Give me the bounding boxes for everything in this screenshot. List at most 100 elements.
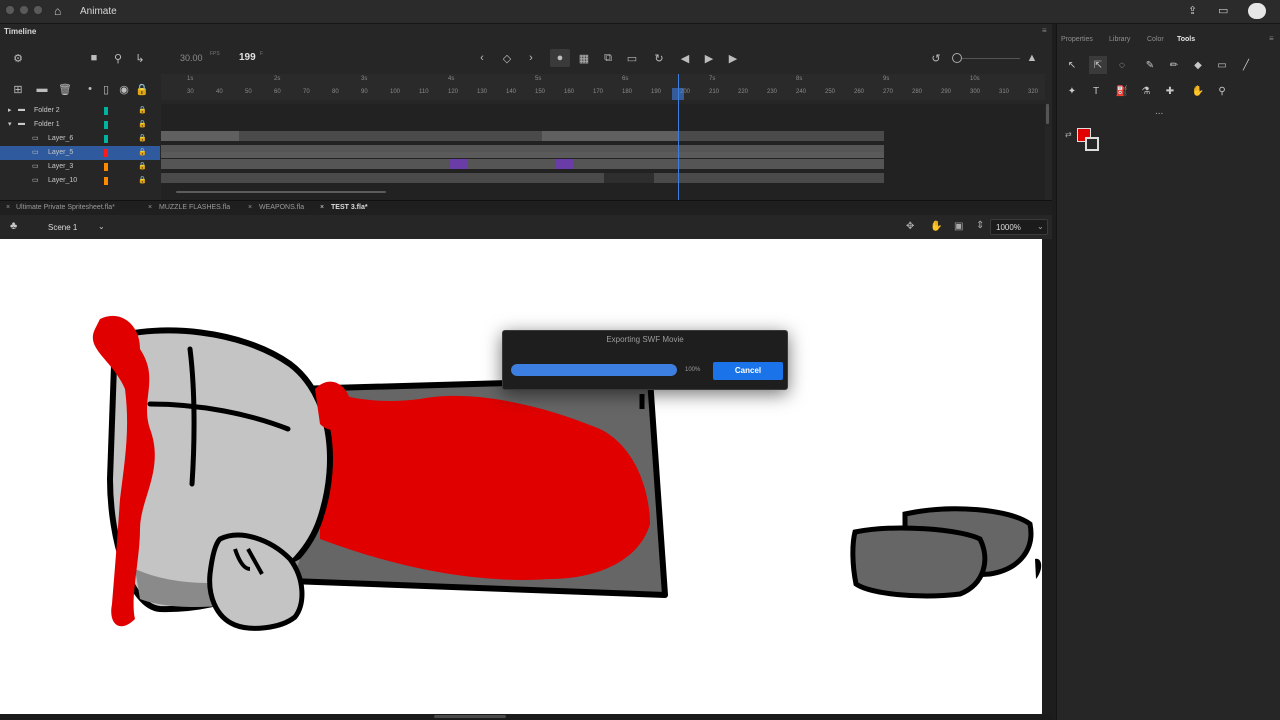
layer-row[interactable]: ▭ Layer_10 🔒 xyxy=(0,174,160,188)
lock-icon[interactable]: 🔒 xyxy=(138,106,147,114)
line-tool-icon[interactable]: ╱ xyxy=(1239,58,1253,72)
stage-canvas[interactable] xyxy=(0,239,1042,714)
stage-h-scrollbar[interactable] xyxy=(0,714,1052,720)
layer-name[interactable]: Folder 1 xyxy=(34,121,60,128)
layer-name[interactable]: Layer_10 xyxy=(48,177,77,184)
outline-icon[interactable]: ▯ xyxy=(98,81,114,97)
brush-tool-icon[interactable]: ✎ xyxy=(1143,58,1157,72)
layer-name[interactable]: Layer_6 xyxy=(48,135,73,142)
scrollbar-thumb[interactable] xyxy=(434,715,506,718)
next-keyframe-icon[interactable]: › xyxy=(523,50,539,66)
zoom-slider-handle[interactable] xyxy=(952,53,962,63)
lock-icon[interactable]: 🔒 xyxy=(138,148,147,156)
paint-bucket-icon[interactable]: ⛽ xyxy=(1115,84,1129,98)
layer-folder-row[interactable]: ▾ ▬ Folder 1 🔒 xyxy=(0,118,160,132)
new-layer-icon[interactable]: ⊞ xyxy=(10,81,26,97)
tab-close-icon[interactable]: × xyxy=(248,204,252,211)
document-tab-active[interactable]: TEST 3.fla* xyxy=(331,204,368,211)
zoom-tool-icon[interactable]: ⚲ xyxy=(1215,84,1229,98)
eraser-tool-icon[interactable]: ◆ xyxy=(1191,58,1205,72)
tween-span[interactable] xyxy=(556,159,574,169)
tab-close-icon[interactable]: × xyxy=(320,204,324,211)
selection-tool-icon[interactable]: ↖ xyxy=(1065,58,1079,72)
timeline-ruler[interactable]: 1s 2s 3s 4s 5s 6s 7s 8s 9s 10s 30 40 50 60 70 80 90 100 1… xyxy=(161,74,1045,100)
document-tab[interactable]: MUZZLE FLASHES.fla xyxy=(159,204,230,211)
fps-value[interactable]: 30.00 xyxy=(180,53,203,63)
frame-span[interactable] xyxy=(161,131,884,141)
tab-library[interactable]: Library xyxy=(1109,36,1130,43)
frame-span[interactable] xyxy=(161,173,884,183)
edit-multiple-frames-icon[interactable]: ▦ xyxy=(576,50,592,66)
window-zoom-dot[interactable] xyxy=(34,6,42,14)
pin-icon[interactable]: ⚲ xyxy=(110,50,126,66)
stage-artwork[interactable] xyxy=(0,239,1042,714)
tween-span[interactable] xyxy=(450,159,468,169)
frame-span[interactable] xyxy=(161,159,884,169)
highlight-icon[interactable]: • xyxy=(82,81,98,97)
rectangle-tool-icon[interactable]: ▭ xyxy=(1215,58,1229,72)
loop-icon[interactable]: ▭ xyxy=(624,50,640,66)
home-icon[interactable]: ⌂ xyxy=(54,4,61,18)
fill-color-swatch[interactable] xyxy=(1085,137,1099,151)
more-tools[interactable]: ... xyxy=(1155,106,1163,117)
lock-all-icon[interactable]: 🔒 xyxy=(134,81,150,97)
current-frame[interactable]: 199 xyxy=(239,52,256,63)
panel-menu-icon[interactable]: ≡ xyxy=(1269,34,1274,43)
layer-name[interactable]: Folder 2 xyxy=(34,107,60,114)
delete-layer-icon[interactable]: 🗑 xyxy=(57,81,73,97)
pin-tool-icon[interactable]: ✚ xyxy=(1163,84,1177,98)
expand-arrow-icon[interactable]: ▾ xyxy=(8,120,12,128)
center-stage-icon[interactable]: ⇕ xyxy=(976,220,984,231)
frame-span[interactable] xyxy=(161,131,239,141)
layer-color-tag[interactable] xyxy=(104,107,108,115)
center-frame-icon[interactable]: ⧉ xyxy=(600,50,616,66)
frame-span-selected[interactable] xyxy=(161,152,884,158)
workspace-icon[interactable]: ▭ xyxy=(1218,4,1228,17)
layer-row[interactable]: ▭ Layer_6 🔒 xyxy=(0,132,160,146)
layer-color-tag[interactable] xyxy=(104,177,108,185)
swap-colors-icon[interactable]: ⇄ xyxy=(1065,130,1072,139)
share-icon[interactable]: ⇪ xyxy=(1188,4,1197,17)
parent-icon[interactable]: ↳ xyxy=(132,50,148,66)
previous-keyframe-icon[interactable]: ‹ xyxy=(474,50,490,66)
tab-close-icon[interactable]: × xyxy=(148,204,152,211)
cancel-button[interactable]: Cancel xyxy=(713,362,783,380)
layer-row[interactable]: ▭ Layer_5 🔒 xyxy=(0,146,160,160)
lock-icon[interactable]: 🔒 xyxy=(138,134,147,142)
pencil-tool-icon[interactable]: ✏ xyxy=(1167,58,1181,72)
insert-keyframe-icon[interactable]: ◇ xyxy=(499,50,515,66)
hand-tool-icon[interactable]: ✋ xyxy=(1191,84,1205,98)
tab-properties[interactable]: Properties xyxy=(1061,36,1093,43)
step-back-icon[interactable]: ◀ xyxy=(677,50,693,66)
scene-icon[interactable]: ♣ xyxy=(10,220,17,232)
layer-folder-row[interactable]: ▸ ▬ Folder 2 🔒 xyxy=(0,104,160,118)
new-folder-icon[interactable]: ▬ xyxy=(34,81,50,97)
lock-icon[interactable]: 🔒 xyxy=(138,162,147,170)
tab-tools[interactable]: Tools xyxy=(1177,36,1195,43)
layer-color-tag[interactable] xyxy=(104,163,108,171)
zoom-select[interactable]: 1000% ⌄ xyxy=(990,219,1048,235)
onion-skin-icon[interactable]: ● xyxy=(550,49,570,67)
layer-color-tag[interactable] xyxy=(104,121,108,129)
layer-settings-icon[interactable]: ⚙ xyxy=(10,50,26,66)
undo-timeline-icon[interactable]: ↺ xyxy=(928,50,944,66)
mountains-icon[interactable]: ▲ xyxy=(1024,50,1040,66)
layer-row[interactable]: ▭ Layer_3 🔒 xyxy=(0,160,160,174)
layer-name[interactable]: Layer_3 xyxy=(48,163,73,170)
camera-icon[interactable]: ■ xyxy=(86,50,102,66)
lasso-tool-icon[interactable]: ◌ xyxy=(1115,58,1129,72)
window-close-dot[interactable] xyxy=(6,6,14,14)
timeline-v-scrollbar[interactable] xyxy=(1046,104,1049,124)
timeline-h-scrollbar[interactable] xyxy=(176,191,386,193)
text-tool-icon[interactable]: T xyxy=(1089,84,1103,98)
document-tab[interactable]: Ultimate Private Spritesheet.fla* xyxy=(16,204,115,211)
layer-name[interactable]: Layer_5 xyxy=(48,149,73,156)
bone-tool-icon[interactable]: ✦ xyxy=(1065,84,1079,98)
window-minimize-dot[interactable] xyxy=(20,6,28,14)
loop-playback-icon[interactable]: ↻ xyxy=(651,50,667,66)
tab-color[interactable]: Color xyxy=(1147,36,1164,43)
playhead-handle[interactable] xyxy=(672,88,684,100)
frame-span[interactable] xyxy=(604,173,654,183)
document-tab[interactable]: WEAPONS.fla xyxy=(259,204,304,211)
panel-menu-icon[interactable]: ≡ xyxy=(1042,26,1047,35)
